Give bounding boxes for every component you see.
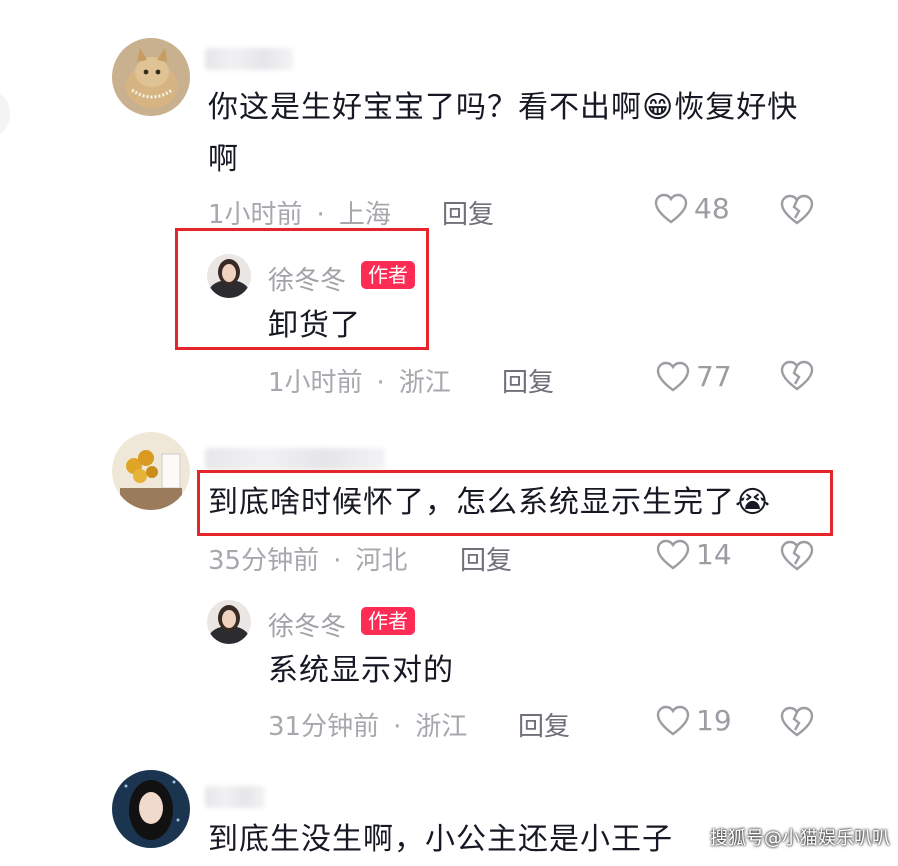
reply-location: 浙江 — [398, 368, 451, 398]
heart-outline-icon — [656, 705, 690, 735]
heart-outline-icon — [656, 539, 690, 569]
heart-outline-icon — [656, 361, 690, 391]
broken-heart-icon — [780, 194, 814, 225]
comment-text: 你这是生好宝宝了吗？看不出啊😁恢复好快啊 — [208, 90, 799, 177]
dislike-button[interactable] — [780, 706, 814, 742]
blurred-username — [205, 786, 265, 808]
comment-time: 35分钟前 — [208, 546, 320, 576]
woman-avatar-image — [112, 770, 190, 848]
reply-button[interactable]: 回复 — [502, 362, 554, 399]
author-name[interactable]: 徐冬冬 — [268, 606, 346, 643]
broken-heart-icon — [780, 706, 814, 737]
author-name[interactable]: 徐冬冬 — [268, 260, 346, 297]
reply-button[interactable]: 回复 — [518, 706, 570, 743]
comment-text: 到底生没生啊，小公主还是小王子 — [208, 822, 673, 857]
reply-button[interactable]: 回复 — [442, 194, 494, 231]
comment-meta: 1小时前 · 上海 — [208, 200, 391, 230]
side-edge-button[interactable] — [0, 92, 10, 136]
dislike-button[interactable] — [780, 194, 814, 230]
author-avatar-image — [207, 254, 251, 298]
cat-avatar-image — [112, 38, 190, 116]
watermark: 搜狐号@小猫娱乐叭叭 — [710, 828, 890, 849]
reply-button[interactable]: 回复 — [460, 540, 512, 577]
reply-location: 浙江 — [415, 712, 468, 742]
broken-heart-icon — [780, 360, 814, 391]
avatar-flowers[interactable] — [112, 432, 190, 510]
like-button[interactable]: 77 — [656, 360, 732, 393]
like-button[interactable]: 48 — [654, 192, 730, 225]
blurred-username — [205, 448, 385, 470]
author-avatar-image — [207, 600, 251, 644]
reply-text: 卸货了 — [268, 308, 361, 343]
like-count: 19 — [696, 704, 732, 737]
author-avatar[interactable] — [207, 254, 251, 298]
like-count: 48 — [694, 192, 730, 225]
comment-meta: 35分钟前 · 河北 — [208, 546, 408, 576]
reply-meta: 31分钟前 · 浙江 — [268, 712, 468, 742]
reply-text: 系统显示对的 — [268, 653, 454, 688]
avatar-cat[interactable] — [112, 38, 190, 116]
dislike-button[interactable] — [780, 540, 814, 576]
like-count: 14 — [696, 538, 732, 571]
blurred-username — [205, 48, 293, 70]
heart-outline-icon — [654, 193, 688, 223]
author-badge: 作者 — [361, 261, 415, 289]
comment-text: 到底啥时候怀了，怎么系统显示生完了😭 — [208, 485, 772, 520]
avatar-woman[interactable] — [112, 770, 190, 848]
like-button[interactable]: 14 — [656, 538, 732, 571]
comment-time: 1小时前 — [208, 200, 303, 230]
broken-heart-icon — [780, 540, 814, 571]
comment-location: 上海 — [338, 200, 391, 230]
comment-location: 河北 — [355, 546, 408, 576]
reply-time: 1小时前 — [268, 368, 363, 398]
author-avatar[interactable] — [207, 600, 251, 644]
dislike-button[interactable] — [780, 360, 814, 396]
like-count: 77 — [696, 360, 732, 393]
reply-time: 31分钟前 — [268, 712, 380, 742]
reply-meta: 1小时前 · 浙江 — [268, 368, 451, 398]
flowers-avatar-image — [112, 432, 190, 510]
like-button[interactable]: 19 — [656, 704, 732, 737]
author-badge: 作者 — [361, 607, 415, 635]
